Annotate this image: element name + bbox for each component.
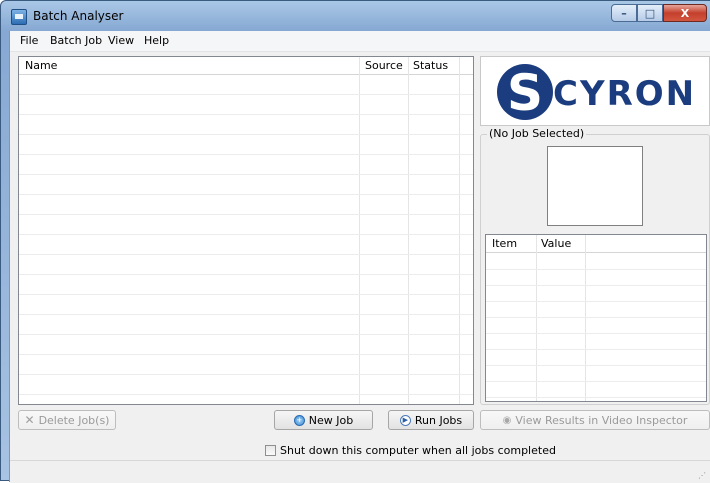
empty-row-line	[19, 154, 473, 155]
empty-row-line	[19, 254, 473, 255]
properties-list[interactable]: Item Value	[485, 234, 707, 402]
properties-header: Item Value	[486, 235, 706, 253]
title-bar[interactable]: Batch Analyser – □ X	[1, 1, 710, 31]
resize-grip-icon[interactable]: ⋰	[698, 471, 706, 480]
job-preview-thumbnail	[547, 146, 643, 226]
play-icon: ▶	[399, 414, 411, 426]
empty-row-line	[19, 174, 473, 175]
job-details-group: (No Job Selected) Item Value	[480, 127, 710, 405]
empty-row-line	[19, 234, 473, 235]
delete-jobs-label: Delete Job(s)	[38, 413, 110, 427]
column-divider	[585, 235, 586, 401]
empty-row-line	[19, 214, 473, 215]
close-button[interactable]: X	[663, 4, 707, 22]
minimize-icon: –	[621, 6, 627, 20]
empty-row-line	[486, 285, 706, 286]
empty-row-line	[19, 314, 473, 315]
run-jobs-button[interactable]: ▶ Run Jobs	[388, 410, 474, 430]
column-value[interactable]: Value	[541, 237, 571, 250]
maximize-icon: □	[644, 6, 656, 20]
column-divider	[536, 235, 537, 401]
view-results-button[interactable]: ◉ View Results in Video Inspector	[480, 410, 710, 430]
details-panel: S CYRON (No Job Selected) Item Value	[480, 56, 710, 405]
empty-row-line	[19, 294, 473, 295]
run-jobs-label: Run Jobs	[414, 413, 463, 427]
new-job-icon: +	[293, 414, 305, 426]
empty-row-line	[19, 394, 473, 395]
column-divider	[459, 57, 460, 404]
new-job-button[interactable]: + New Job	[274, 410, 373, 430]
maximize-button[interactable]: □	[637, 4, 663, 22]
empty-row-line	[19, 354, 473, 355]
column-name[interactable]: Name	[25, 59, 57, 72]
column-status[interactable]: Status	[413, 59, 448, 72]
job-list[interactable]: Name Source Status	[18, 56, 474, 405]
close-icon: X	[680, 6, 690, 20]
empty-row-line	[486, 365, 706, 366]
menu-help[interactable]: Help	[144, 34, 169, 47]
empty-row-line	[486, 269, 706, 270]
empty-row-line	[486, 349, 706, 350]
app-icon	[11, 9, 27, 25]
job-list-header: Name Source Status	[19, 57, 473, 75]
client-area: File Batch Job View Help Name Source Sta…	[9, 31, 710, 483]
empty-row-line	[486, 381, 706, 382]
view-results-label: View Results in Video Inspector	[515, 413, 688, 427]
logo-s-icon: S	[497, 64, 553, 121]
empty-row-line	[19, 274, 473, 275]
column-divider	[359, 57, 360, 404]
eye-icon: ◉	[502, 414, 512, 426]
menu-view[interactable]: View	[108, 34, 134, 47]
empty-row-line	[19, 334, 473, 335]
svg-text:S: S	[507, 64, 543, 121]
empty-row-line	[486, 333, 706, 334]
empty-row-line	[486, 301, 706, 302]
delete-icon: ✕	[24, 413, 35, 427]
empty-row-line	[486, 317, 706, 318]
shutdown-option: Shut down this computer when all jobs co…	[265, 444, 556, 457]
menu-batch-job[interactable]: Batch Job	[50, 34, 102, 47]
new-job-label: New Job	[308, 413, 354, 427]
shutdown-checkbox[interactable]	[265, 445, 276, 456]
empty-row-line	[19, 94, 473, 95]
window-title: Batch Analyser	[33, 9, 124, 23]
group-title: (No Job Selected)	[487, 127, 587, 140]
column-source[interactable]: Source	[365, 59, 403, 72]
app-window: Batch Analyser – □ X File Batch Job View…	[0, 0, 710, 483]
delete-jobs-button[interactable]: ✕ Delete Job(s)	[18, 410, 116, 430]
empty-row-line	[19, 374, 473, 375]
shutdown-label[interactable]: Shut down this computer when all jobs co…	[280, 444, 556, 457]
column-item[interactable]: Item	[492, 237, 517, 250]
column-divider	[408, 57, 409, 404]
empty-row-line	[486, 397, 706, 398]
caption-buttons: – □ X	[611, 4, 707, 24]
empty-row-line	[19, 194, 473, 195]
empty-row-line	[19, 134, 473, 135]
minimize-button[interactable]: –	[611, 4, 637, 22]
logo-wordmark: CYRON	[553, 74, 697, 114]
empty-row-line	[19, 114, 473, 115]
logo: S CYRON	[480, 56, 710, 126]
menu-bar: File Batch Job View Help	[10, 31, 710, 52]
status-bar: ⋰	[10, 460, 710, 483]
menu-file[interactable]: File	[20, 34, 38, 47]
